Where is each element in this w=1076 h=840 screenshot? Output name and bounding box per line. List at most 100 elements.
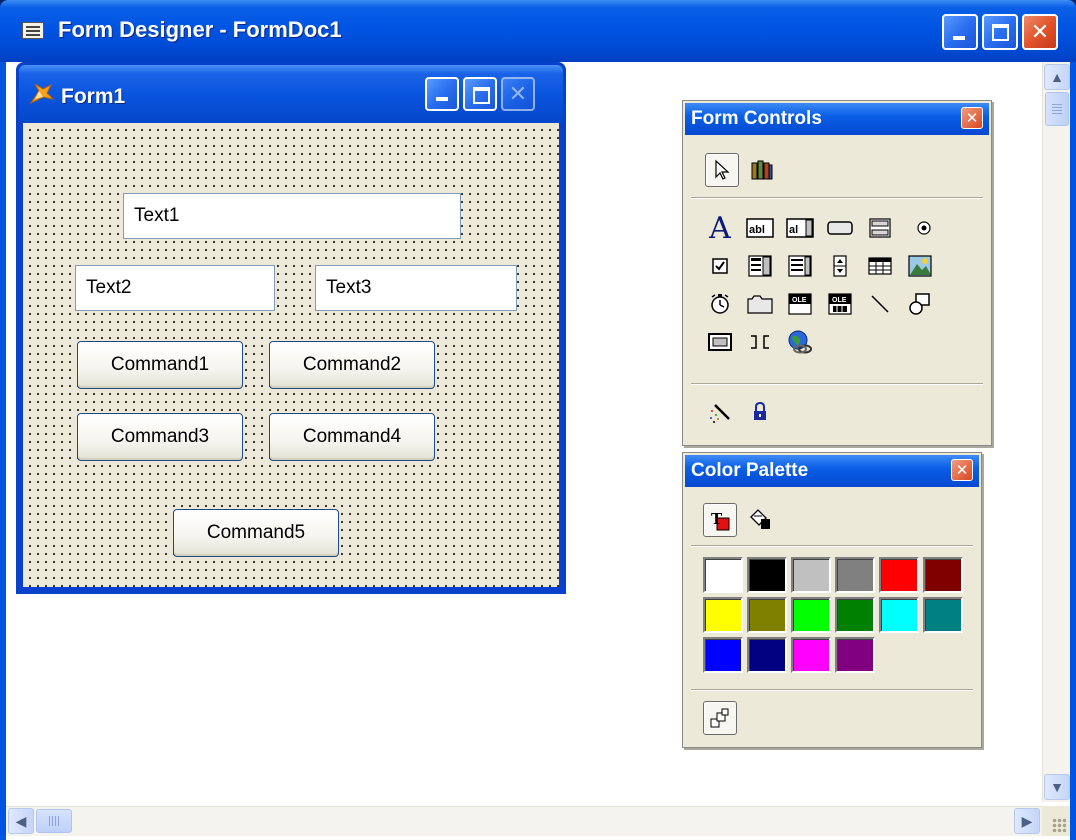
textbox-tool[interactable]: abl — [745, 213, 775, 243]
background-color-mode[interactable] — [743, 503, 777, 537]
text2-textbox[interactable]: Text2 — [75, 265, 275, 311]
builder-lock-tool[interactable] — [705, 397, 735, 427]
listbox-tool[interactable] — [785, 251, 815, 281]
other-colors-button[interactable] — [703, 701, 737, 735]
hyperlink-icon — [788, 330, 812, 354]
color-swatch[interactable] — [879, 557, 919, 593]
label-tool[interactable]: A — [705, 211, 735, 246]
option-group-tool[interactable] — [909, 213, 939, 243]
editbox-tool[interactable]: al — [785, 213, 815, 243]
designer-client-area[interactable]: Form1 ✕ Text1 Text2 Text3 Command1 Comma… — [6, 62, 1070, 840]
color-palette-titlebar[interactable]: Color Palette ✕ — [685, 455, 979, 487]
minimize-button[interactable] — [942, 14, 978, 50]
color-swatch[interactable] — [747, 637, 787, 673]
command5-button[interactable]: Command5 — [173, 509, 339, 557]
palette-separator — [691, 545, 973, 547]
color-swatch[interactable] — [747, 597, 787, 633]
combobox-icon — [748, 255, 772, 277]
separator-tool[interactable] — [745, 327, 775, 357]
chevron-right-icon: ▶ — [1021, 812, 1033, 829]
pageframe-tool[interactable] — [745, 289, 775, 319]
checkbox-tool[interactable] — [705, 251, 735, 281]
maximize-button[interactable] — [982, 14, 1018, 50]
hyperlink-tool[interactable] — [785, 327, 815, 357]
resize-grip[interactable] — [1042, 806, 1070, 836]
color-swatch[interactable] — [703, 597, 743, 633]
close-button[interactable]: ✕ — [1022, 14, 1058, 50]
form-controls-close-button[interactable]: ✕ — [961, 107, 983, 129]
container-tool[interactable] — [705, 327, 735, 357]
text3-textbox[interactable]: Text3 — [315, 265, 517, 311]
shape-tool[interactable] — [905, 289, 935, 319]
form1-design-surface[interactable]: Text1 Text2 Text3 Command1 Command2 Comm… — [23, 123, 559, 587]
timer-icon — [711, 294, 729, 314]
color-swatch[interactable] — [923, 557, 963, 593]
color-palette-toolbar[interactable]: Color Palette ✕ T — [682, 452, 982, 748]
scroll-down-button[interactable]: ▼ — [1044, 774, 1070, 800]
command1-button[interactable]: Command1 — [77, 341, 243, 389]
builder-tool[interactable] — [745, 153, 779, 187]
form-controls-toolbar[interactable]: Form Controls ✕ A abl al OLE OLE — [682, 100, 992, 446]
color-swatch[interactable] — [791, 637, 831, 673]
line-icon — [871, 295, 889, 313]
color-swatch[interactable] — [879, 597, 919, 633]
line-tool[interactable] — [865, 289, 895, 319]
close-icon: ✕ — [508, 81, 528, 106]
color-swatch[interactable] — [923, 597, 963, 633]
grid-icon — [868, 257, 892, 275]
color-palette-close-button[interactable]: ✕ — [951, 459, 973, 481]
svg-text:al: al — [789, 224, 798, 236]
scroll-up-button[interactable]: ▲ — [1044, 64, 1070, 90]
command-button-tool[interactable] — [825, 213, 855, 243]
color-swatch[interactable] — [747, 557, 787, 593]
color-swatch[interactable] — [703, 637, 743, 673]
form1-window[interactable]: Form1 ✕ Text1 Text2 Text3 Command1 Comma… — [16, 62, 566, 594]
color-swatch[interactable] — [703, 557, 743, 593]
form1-maximize-button[interactable] — [463, 77, 497, 111]
button-lock-tool[interactable] — [745, 397, 775, 427]
main-titlebar[interactable]: Form Designer - FormDoc1 ✕ — [0, 0, 1076, 62]
pointer-tool[interactable] — [705, 153, 739, 187]
color-swatch[interactable] — [835, 557, 875, 593]
scroll-left-button[interactable]: ◀ — [8, 808, 34, 834]
form-designer-icon[interactable] — [22, 22, 44, 39]
toolbar-separator — [691, 197, 983, 199]
builder-icon — [751, 160, 773, 180]
spinner-tool[interactable] — [825, 251, 855, 281]
container-icon — [708, 333, 732, 351]
timer-tool[interactable] — [705, 289, 735, 319]
text1-textbox[interactable]: Text1 — [123, 193, 461, 239]
horizontal-scroll-thumb[interactable] — [36, 809, 72, 833]
foreground-color-mode[interactable]: T — [703, 503, 737, 537]
pointer-icon — [715, 159, 730, 180]
paint-bucket-icon — [750, 509, 770, 529]
svg-text:OLE: OLE — [832, 297, 847, 304]
minimize-icon — [953, 36, 965, 40]
activex-control-tool[interactable]: OLE — [785, 289, 815, 319]
color-swatch[interactable] — [791, 557, 831, 593]
foreground-color-icon: T — [711, 510, 730, 531]
vertical-scroll-thumb[interactable] — [1045, 92, 1069, 126]
command3-button[interactable]: Command3 — [77, 413, 243, 461]
color-swatch[interactable] — [835, 637, 875, 673]
vertical-scrollbar[interactable]: ▲ ▼ — [1042, 62, 1070, 802]
form1-titlebar[interactable]: Form1 ✕ — [19, 65, 563, 123]
command-group-tool[interactable] — [865, 213, 895, 243]
form1-close-button[interactable]: ✕ — [501, 77, 535, 111]
scroll-right-button[interactable]: ▶ — [1014, 808, 1040, 834]
color-swatch[interactable] — [791, 597, 831, 633]
command4-button[interactable]: Command4 — [269, 413, 435, 461]
command2-button[interactable]: Command2 — [269, 341, 435, 389]
image-tool[interactable] — [905, 251, 935, 281]
color-swatch[interactable] — [835, 597, 875, 633]
form-controls-titlebar[interactable]: Form Controls ✕ — [685, 103, 989, 135]
horizontal-scrollbar[interactable]: ◀ ▶ — [6, 806, 1042, 836]
combobox-tool[interactable] — [745, 251, 775, 281]
svg-text:OLE: OLE — [792, 297, 807, 304]
activex-bound-control-tool[interactable]: OLE — [825, 289, 855, 319]
chevron-down-icon: ▼ — [1050, 779, 1064, 795]
form1-minimize-button[interactable] — [425, 77, 459, 111]
grid-tool[interactable] — [865, 251, 895, 281]
textbox-icon: abl — [746, 218, 774, 238]
toolbar-separator — [691, 383, 983, 385]
